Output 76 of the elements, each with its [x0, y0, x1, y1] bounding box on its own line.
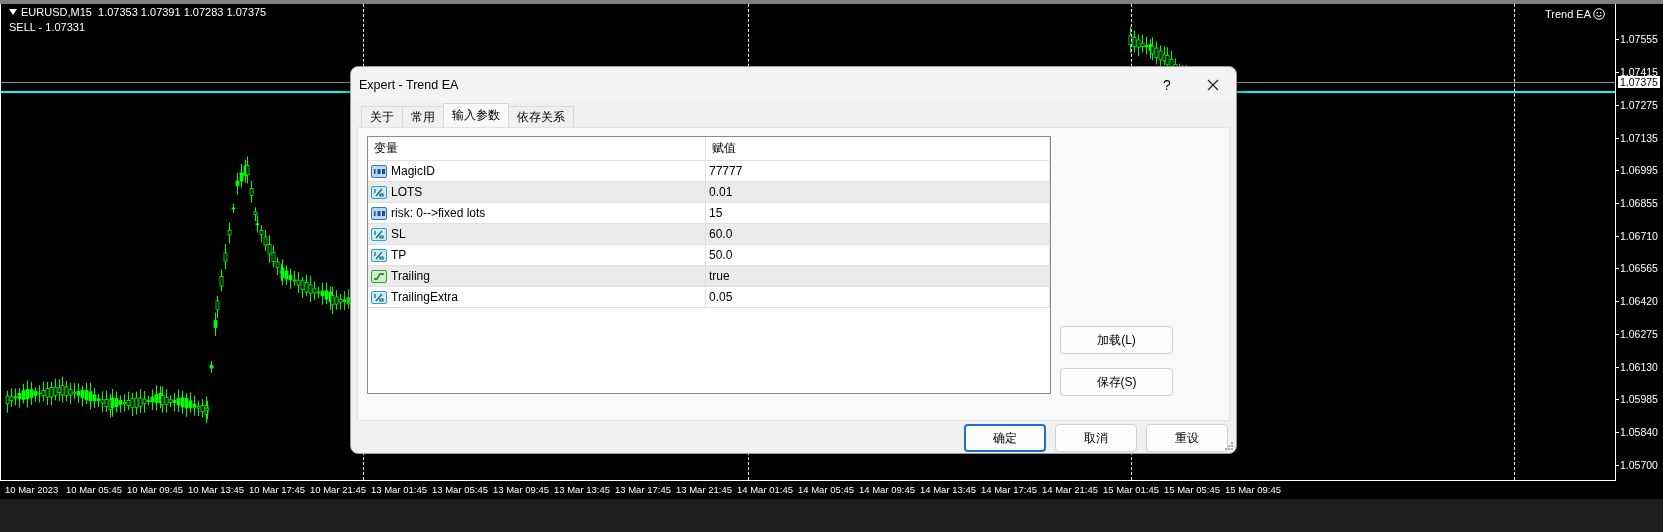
time-label: 13 Mar 09:45	[493, 484, 549, 495]
time-label: 14 Mar 13:45	[920, 484, 976, 495]
current-price-label: 1.07375	[1618, 76, 1660, 88]
side-button[interactable]: 保存(S)	[1060, 368, 1173, 396]
boolean-type-icon	[371, 268, 387, 284]
variable-value[interactable]: 60.0	[709, 227, 733, 241]
time-label: 15 Mar 09:45	[1225, 484, 1281, 495]
variable-value[interactable]: 50.0	[709, 248, 733, 262]
time-label: 13 Mar 05:45	[432, 484, 488, 495]
time-label: 10 Mar 21:45	[310, 484, 366, 495]
order-label: SELL - 1.07331	[9, 21, 87, 33]
time-label: 10 Mar 2023	[5, 484, 59, 495]
time-label: 14 Mar 17:45	[981, 484, 1037, 495]
price-label: 1.07555	[1620, 33, 1658, 46]
price-label: 1.06275	[1620, 327, 1658, 340]
integer-type-icon	[371, 163, 387, 179]
time-label: 14 Mar 01:45	[737, 484, 793, 495]
dropdown-icon[interactable]	[9, 9, 17, 15]
price-label: 1.06130	[1620, 360, 1658, 373]
price-label: 1.07135	[1620, 131, 1658, 144]
price-label: 1.06420	[1620, 295, 1658, 308]
time-label: 13 Mar 17:45	[615, 484, 671, 495]
variable-value[interactable]: 77777	[709, 164, 743, 178]
dialog-button[interactable]: 取消	[1055, 424, 1137, 452]
time-label: 10 Mar 09:45	[127, 484, 183, 495]
variable-name: risk: 0-->fixed lots	[391, 206, 486, 220]
dialog-title: Expert - Trend EA	[359, 78, 460, 92]
fraction-type-icon	[371, 289, 387, 305]
variable-name: LOTS	[391, 185, 423, 199]
close-icon[interactable]	[1207, 79, 1219, 91]
price-label: 1.05840	[1620, 426, 1658, 438]
integer-type-icon	[371, 205, 387, 221]
column-header[interactable]: 赋值	[706, 137, 1050, 160]
fraction-type-icon	[371, 247, 387, 263]
variable-value[interactable]: true	[709, 269, 730, 283]
time-label: 15 Mar 05:45	[1164, 484, 1220, 495]
fraction-type-icon	[371, 184, 387, 200]
smiley-icon[interactable]	[1593, 8, 1605, 20]
price-label: 1.07415	[1620, 66, 1658, 79]
time-label: 13 Mar 13:45	[554, 484, 610, 495]
column-header[interactable]: 变量	[368, 137, 706, 160]
side-button[interactable]: 加载(L)	[1060, 326, 1173, 354]
price-label: 1.05700	[1620, 458, 1658, 471]
time-label: 13 Mar 21:45	[676, 484, 732, 495]
time-label: 15 Mar 01:45	[1103, 484, 1159, 495]
price-label: 1.06565	[1620, 262, 1658, 275]
resize-grip-icon[interactable]	[1225, 442, 1233, 450]
variable-value[interactable]: 0.01	[709, 185, 733, 199]
variable-name: Trailing	[391, 269, 430, 283]
variable-name: MagicID	[391, 164, 435, 178]
price-label: 1.07275	[1620, 98, 1658, 111]
help-button[interactable]: ?	[1144, 70, 1190, 100]
tab[interactable]: 关于	[361, 106, 403, 127]
tab[interactable]: 依存关系	[508, 106, 574, 127]
time-label: 13 Mar 01:45	[371, 484, 427, 495]
time-label: 14 Mar 05:45	[798, 484, 854, 495]
variable-name: TrailingExtra	[391, 290, 458, 304]
time-label: 14 Mar 21:45	[1042, 484, 1098, 495]
tab[interactable]: 输入参数	[443, 103, 509, 127]
symbol-quote: EURUSD,M15 1.07353 1.07391 1.07283 1.07375	[21, 6, 267, 18]
time-label: 10 Mar 17:45	[249, 484, 305, 495]
dialog-button[interactable]: 重设	[1146, 424, 1228, 452]
time-label: 10 Mar 05:45	[66, 484, 122, 495]
price-label: 1.06855	[1620, 196, 1658, 209]
price-label: 1.06710	[1620, 229, 1658, 242]
time-label: 10 Mar 13:45	[188, 484, 244, 495]
price-label: 1.05985	[1620, 393, 1658, 406]
variable-value[interactable]: 15	[709, 206, 723, 220]
time-label: 14 Mar 09:45	[859, 484, 915, 495]
dialog-button[interactable]: 确定	[964, 424, 1046, 452]
variable-name: TP	[391, 248, 407, 262]
fraction-type-icon	[371, 226, 387, 242]
price-label: 1.06995	[1620, 164, 1658, 177]
variable-name: SL	[391, 227, 406, 241]
expert-label: Trend EA	[1544, 8, 1591, 20]
variable-value[interactable]: 0.05	[709, 290, 733, 304]
